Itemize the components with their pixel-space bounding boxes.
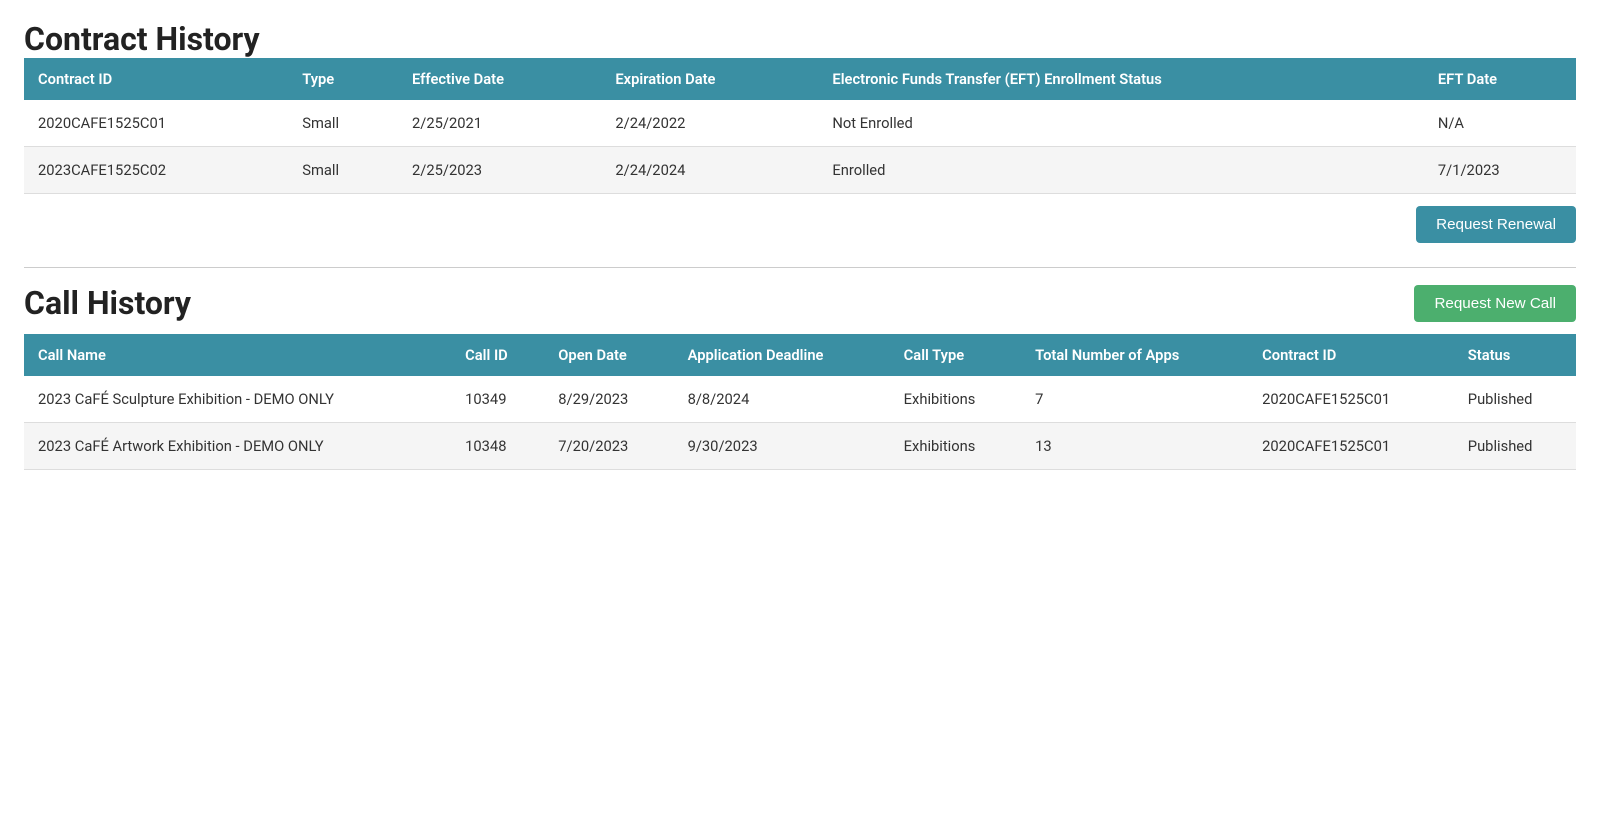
col-total-apps: Total Number of Apps xyxy=(1021,334,1248,376)
col-call-name: Call Name xyxy=(24,334,451,376)
contract-history-title: Contract History xyxy=(24,20,1576,58)
cell-type: Small xyxy=(288,100,398,147)
col-status: Status xyxy=(1454,334,1576,376)
table-row: 2023CAFE1525C02 Small 2/25/2023 2/24/202… xyxy=(24,147,1576,194)
col-expiration-date: Expiration Date xyxy=(601,58,818,100)
table-row: 2023 CaFÉ Sculpture Exhibition - DEMO ON… xyxy=(24,376,1576,423)
cell-eft-date: 7/1/2023 xyxy=(1424,147,1576,194)
request-new-call-button[interactable]: Request New Call xyxy=(1414,285,1576,322)
cell-total-apps: 13 xyxy=(1021,423,1248,470)
table-row: 2020CAFE1525C01 Small 2/25/2021 2/24/202… xyxy=(24,100,1576,147)
cell-eft-status: Enrolled xyxy=(818,147,1423,194)
cell-contract-id: 2023CAFE1525C02 xyxy=(24,147,288,194)
cell-call-contract-id: 2020CAFE1525C01 xyxy=(1248,423,1454,470)
call-table-header-row: Call Name Call ID Open Date Application … xyxy=(24,334,1576,376)
call-history-header: Call History Request New Call xyxy=(24,284,1576,322)
call-history-section: Call History Request New Call Call Name … xyxy=(24,284,1576,470)
col-effective-date: Effective Date xyxy=(398,58,601,100)
cell-open-date: 8/29/2023 xyxy=(544,376,673,423)
table-row: 2023 CaFÉ Artwork Exhibition - DEMO ONLY… xyxy=(24,423,1576,470)
col-open-date: Open Date xyxy=(544,334,673,376)
col-call-contract-id: Contract ID xyxy=(1248,334,1454,376)
col-eft-date: EFT Date xyxy=(1424,58,1576,100)
cell-type: Small xyxy=(288,147,398,194)
cell-call-id: 10349 xyxy=(451,376,544,423)
cell-effective-date: 2/25/2021 xyxy=(398,100,601,147)
contract-history-section: Contract History Contract ID Type Effect… xyxy=(24,20,1576,243)
cell-eft-status: Not Enrolled xyxy=(818,100,1423,147)
call-history-table: Call Name Call ID Open Date Application … xyxy=(24,334,1576,470)
cell-eft-date: N/A xyxy=(1424,100,1576,147)
col-contract-id: Contract ID xyxy=(24,58,288,100)
cell-call-contract-id: 2020CAFE1525C01 xyxy=(1248,376,1454,423)
cell-call-type: Exhibitions xyxy=(890,376,1021,423)
renewal-row: Request Renewal xyxy=(24,206,1576,243)
contract-table-header-row: Contract ID Type Effective Date Expirati… xyxy=(24,58,1576,100)
cell-call-type: Exhibitions xyxy=(890,423,1021,470)
cell-open-date: 7/20/2023 xyxy=(544,423,673,470)
cell-effective-date: 2/25/2023 xyxy=(398,147,601,194)
contract-history-table: Contract ID Type Effective Date Expirati… xyxy=(24,58,1576,194)
cell-expiration-date: 2/24/2022 xyxy=(601,100,818,147)
col-application-deadline: Application Deadline xyxy=(674,334,890,376)
cell-contract-id: 2020CAFE1525C01 xyxy=(24,100,288,147)
cell-application-deadline: 8/8/2024 xyxy=(674,376,890,423)
request-renewal-button[interactable]: Request Renewal xyxy=(1416,206,1576,243)
section-divider xyxy=(24,267,1576,268)
col-eft-status: Electronic Funds Transfer (EFT) Enrollme… xyxy=(818,58,1423,100)
cell-application-deadline: 9/30/2023 xyxy=(674,423,890,470)
cell-call-name: 2023 CaFÉ Sculpture Exhibition - DEMO ON… xyxy=(24,376,451,423)
cell-status: Published xyxy=(1454,376,1576,423)
cell-call-id: 10348 xyxy=(451,423,544,470)
cell-call-name: 2023 CaFÉ Artwork Exhibition - DEMO ONLY xyxy=(24,423,451,470)
call-history-title: Call History xyxy=(24,284,191,322)
cell-status: Published xyxy=(1454,423,1576,470)
cell-expiration-date: 2/24/2024 xyxy=(601,147,818,194)
col-call-type: Call Type xyxy=(890,334,1021,376)
col-type: Type xyxy=(288,58,398,100)
col-call-id: Call ID xyxy=(451,334,544,376)
cell-total-apps: 7 xyxy=(1021,376,1248,423)
